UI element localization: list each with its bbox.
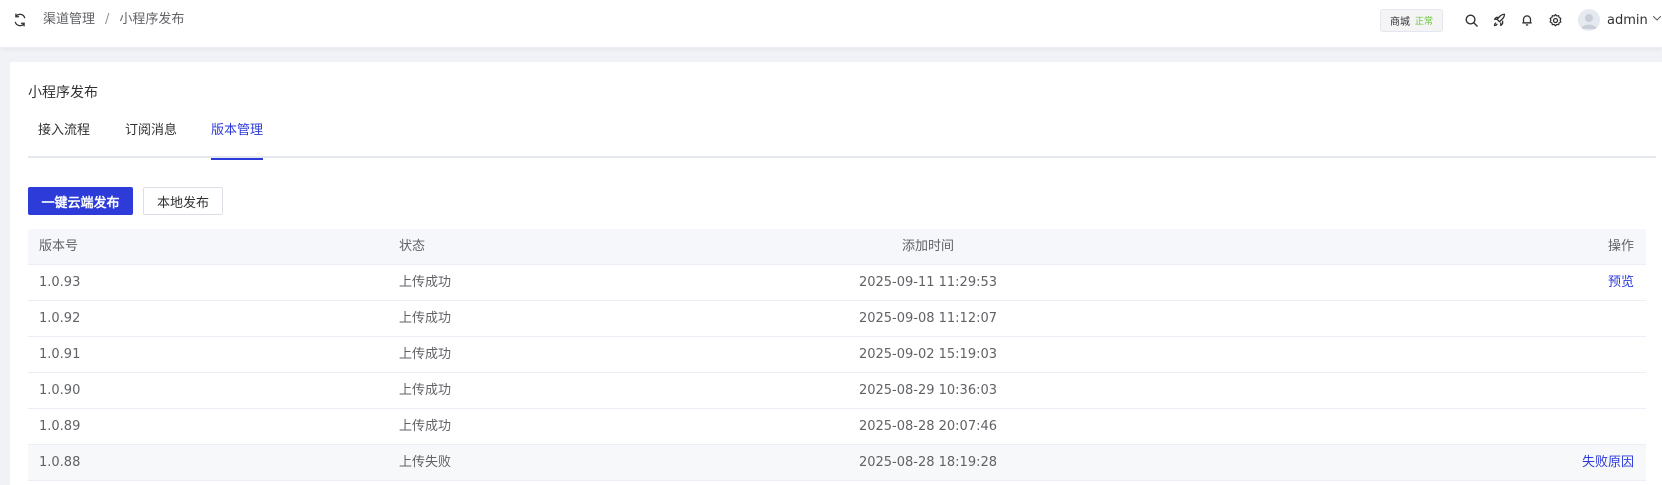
page-title: 小程序发布: [28, 85, 98, 101]
version-cell: 1.0.92: [39, 311, 81, 326]
column-header-status: 状态: [399, 239, 426, 254]
bell-icon[interactable]: [1518, 11, 1536, 29]
main-card: 小程序发布 接入流程 订阅消息 版本管理 一键云端发布 本地发布 版本号 状态 …: [10, 62, 1662, 485]
column-header-version: 版本号: [39, 239, 79, 254]
user-menu[interactable]: admin: [1607, 12, 1662, 29]
version-cell: 1.0.88: [39, 455, 81, 470]
avatar[interactable]: [1578, 9, 1600, 31]
column-header-action: 操作: [1607, 239, 1634, 254]
preview-link[interactable]: 预览: [1608, 265, 1634, 301]
tab-subscription-messages[interactable]: 订阅消息: [125, 120, 177, 158]
status-cell: 上传成功: [399, 275, 452, 290]
version-cell: 1.0.91: [39, 347, 81, 362]
time-cell: 2025-08-28 18:19:28: [858, 455, 998, 470]
time-cell: 2025-09-08 11:12:07: [858, 311, 998, 326]
table-row: 1.0.88 上传失败 2025-08-28 18:19:28 失败原因: [28, 445, 1646, 481]
status-cell: 上传成功: [399, 311, 452, 326]
version-cell: 1.0.93: [39, 275, 81, 290]
refresh-icon[interactable]: [12, 12, 28, 28]
version-cell: 1.0.89: [39, 419, 81, 434]
user-name: admin: [1607, 12, 1648, 28]
chevron-down-icon: [1651, 12, 1662, 29]
status-cell: 上传成功: [399, 347, 452, 362]
shop-status: 正常: [1414, 17, 1433, 27]
time-cell: 2025-08-29 10:36:03: [858, 383, 998, 398]
local-publish-button[interactable]: 本地发布: [143, 187, 223, 215]
cloud-publish-button[interactable]: 一键云端发布: [28, 187, 133, 215]
breadcrumb: 渠道管理 / 小程序发布: [43, 12, 184, 28]
rocket-icon[interactable]: [1490, 11, 1508, 29]
time-cell: 2025-09-11 11:29:53: [858, 275, 998, 290]
tab-bar: 接入流程 订阅消息 版本管理: [28, 120, 1656, 160]
table-row: 1.0.92 上传成功 2025-09-08 11:12:07: [28, 301, 1646, 337]
top-header: 渠道管理 / 小程序发布 商城 正常 admin: [0, 0, 1662, 48]
time-cell: 2025-09-02 15:19:03: [858, 347, 998, 362]
table-header-row: 版本号 状态 添加时间 操作: [28, 229, 1646, 265]
breadcrumb-item-channel[interactable]: 渠道管理: [43, 12, 95, 28]
column-header-time: 添加时间: [901, 239, 954, 254]
shop-name: 商城: [1389, 17, 1410, 28]
breadcrumb-separator: /: [105, 12, 110, 27]
status-cell: 上传成功: [399, 419, 452, 434]
version-table: 版本号 状态 添加时间 操作 1.0.93 上传成功 2025-09-11 11…: [28, 229, 1646, 481]
shop-status-badge[interactable]: 商城 正常: [1380, 9, 1443, 32]
table-row: 1.0.89 上传成功 2025-08-28 20:07:46: [28, 409, 1646, 445]
version-cell: 1.0.90: [39, 383, 81, 398]
failure-reason-link[interactable]: 失败原因: [1582, 445, 1634, 481]
table-row: 1.0.90 上传成功 2025-08-29 10:36:03: [28, 373, 1646, 409]
tab-version-management[interactable]: 版本管理: [211, 120, 264, 160]
breadcrumb-item-current: 小程序发布: [119, 12, 185, 27]
gear-icon[interactable]: [1546, 11, 1564, 29]
status-cell: 上传失败: [399, 455, 452, 470]
tab-integration-process[interactable]: 接入流程: [38, 120, 90, 158]
table-row: 1.0.91 上传成功 2025-09-02 15:19:03: [28, 337, 1646, 373]
search-icon[interactable]: [1462, 11, 1480, 29]
table-row: 1.0.93 上传成功 2025-09-11 11:29:53 预览: [28, 265, 1646, 301]
status-cell: 上传成功: [399, 383, 452, 398]
time-cell: 2025-08-28 20:07:46: [858, 419, 998, 434]
